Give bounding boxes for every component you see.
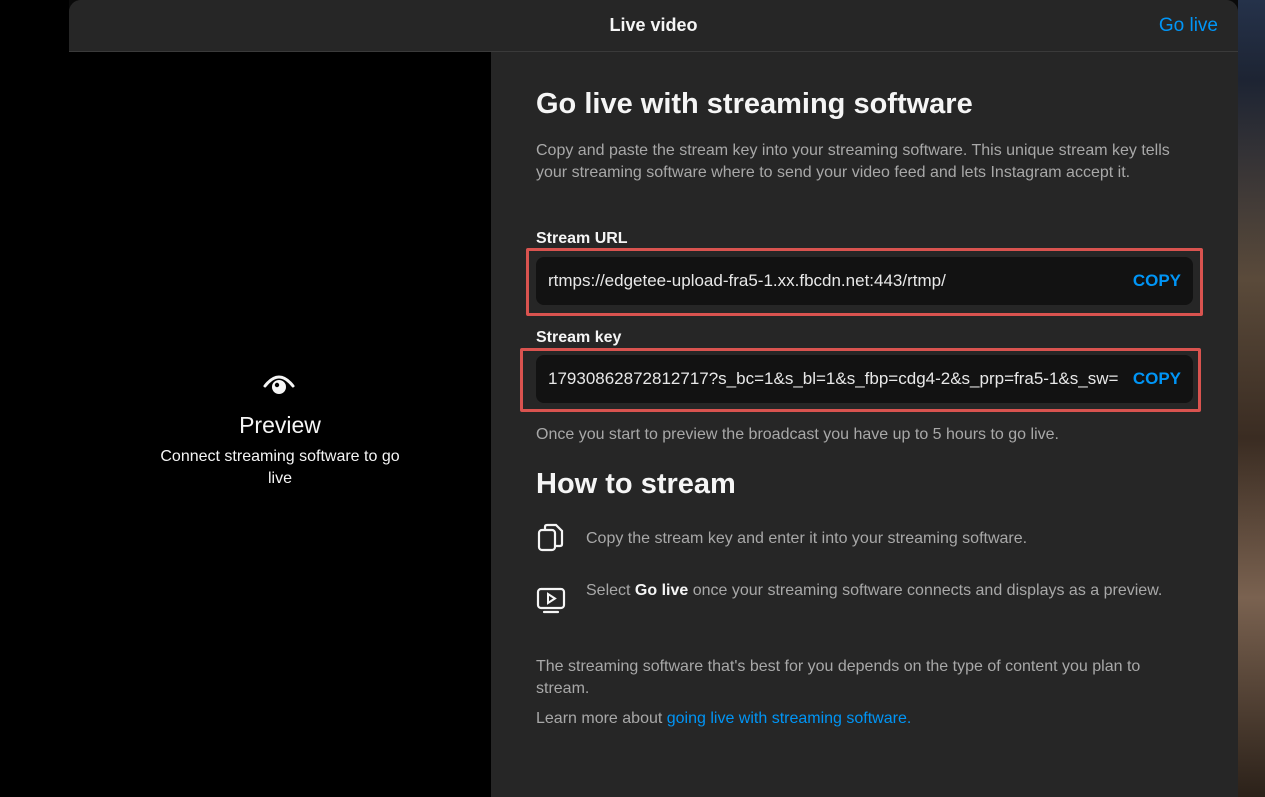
preview-subtitle: Connect streaming software to go live [160,448,400,487]
how-to-heading: How to stream [536,468,736,500]
step-2-text: Select Go live once your streaming softw… [586,582,1163,599]
play-screen-icon [536,587,566,614]
step-1-text: Copy the stream key and enter it into yo… [586,530,1028,547]
preview-pane: Preview Connect streaming software to go… [69,52,491,797]
description: Copy and paste the stream key into your … [536,142,1170,181]
learn-more-link[interactable]: going live with streaming software. [667,710,912,727]
preview-note: Once you start to preview the broadcast … [536,426,1059,443]
modal-header: Live video Go live [69,0,1238,52]
learn-more: Learn more about going live with streami… [536,710,912,727]
stream-url-highlight [526,248,1203,316]
backdrop-left [0,0,69,797]
stream-url-label: Stream URL [536,230,628,247]
copy-icon [537,523,564,552]
stream-key-label: Stream key [536,329,622,346]
page-title: Go live with streaming software [536,88,973,120]
go-live-bold: Go live [634,582,689,599]
preview-title: Preview [239,412,321,438]
backdrop-right [1238,0,1265,797]
modal-title: Live video [609,15,698,35]
go-live-button[interactable]: Go live [1159,15,1218,37]
eye-icon [263,375,295,394]
footer-text: The streaming software that's best for y… [536,658,1141,697]
stream-key-highlight [520,348,1201,412]
